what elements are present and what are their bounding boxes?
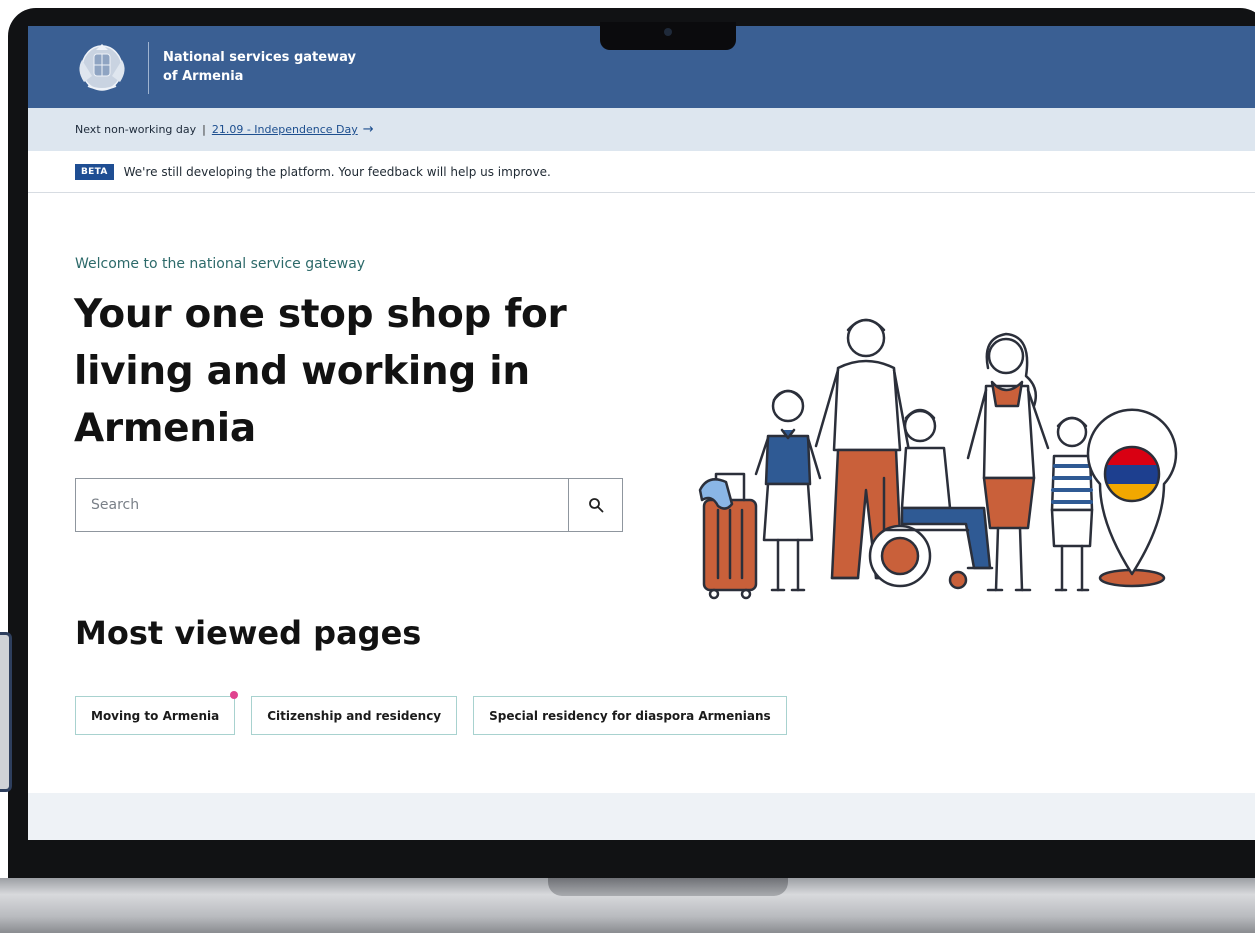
search-input[interactable] bbox=[76, 479, 568, 531]
site-name[interactable]: National services gateway of Armenia bbox=[163, 48, 356, 86]
search-button[interactable] bbox=[568, 479, 622, 531]
beta-badge: BETA bbox=[75, 163, 114, 180]
chip-label: Special residency for diaspora Armenians bbox=[489, 708, 771, 723]
header-divider bbox=[148, 42, 149, 94]
welcome-text: Welcome to the national service gateway bbox=[75, 256, 366, 272]
search-icon bbox=[588, 498, 603, 513]
background-device bbox=[0, 632, 12, 792]
chip-citizenship-and-residency[interactable]: Citizenship and residency bbox=[251, 696, 458, 735]
arrow-right-icon[interactable]: → bbox=[363, 122, 374, 137]
holiday-link[interactable]: 21.09 - Independence Day bbox=[212, 123, 358, 136]
non-working-day-bar: Next non-working day | 21.09 - Independe… bbox=[28, 108, 1255, 151]
separator: | bbox=[202, 123, 206, 136]
chip-moving-to-armenia[interactable]: Moving to Armenia bbox=[75, 691, 239, 735]
most-viewed-list: Moving to Armenia Citizenship and reside… bbox=[75, 691, 787, 735]
chip-label: Citizenship and residency bbox=[267, 708, 442, 723]
non-working-day-label: Next non-working day bbox=[75, 123, 197, 136]
most-viewed-heading: Most viewed pages bbox=[75, 614, 422, 652]
beta-banner: BETA We're still developing the platform… bbox=[28, 151, 1255, 193]
site-name-line2: of Armenia bbox=[163, 69, 244, 84]
family-illustration bbox=[698, 318, 1178, 600]
search-bar bbox=[75, 478, 623, 532]
site-name-line1: National services gateway bbox=[163, 50, 356, 65]
page-title: Your one stop shop for living and workin… bbox=[74, 292, 567, 451]
notification-dot bbox=[230, 691, 239, 699]
laptop-lip bbox=[548, 878, 788, 896]
footer-band bbox=[28, 793, 1255, 840]
browser-screen: National services gateway of Armenia Nex… bbox=[28, 26, 1255, 840]
chip-special-residency-diaspora[interactable]: Special residency for diaspora Armenians bbox=[473, 696, 787, 735]
camera-icon bbox=[664, 28, 672, 36]
coat-of-arms-logo[interactable] bbox=[74, 40, 130, 94]
camera-notch bbox=[600, 22, 736, 50]
beta-message: We're still developing the platform. You… bbox=[123, 164, 551, 179]
chip-label: Moving to Armenia bbox=[91, 708, 220, 723]
